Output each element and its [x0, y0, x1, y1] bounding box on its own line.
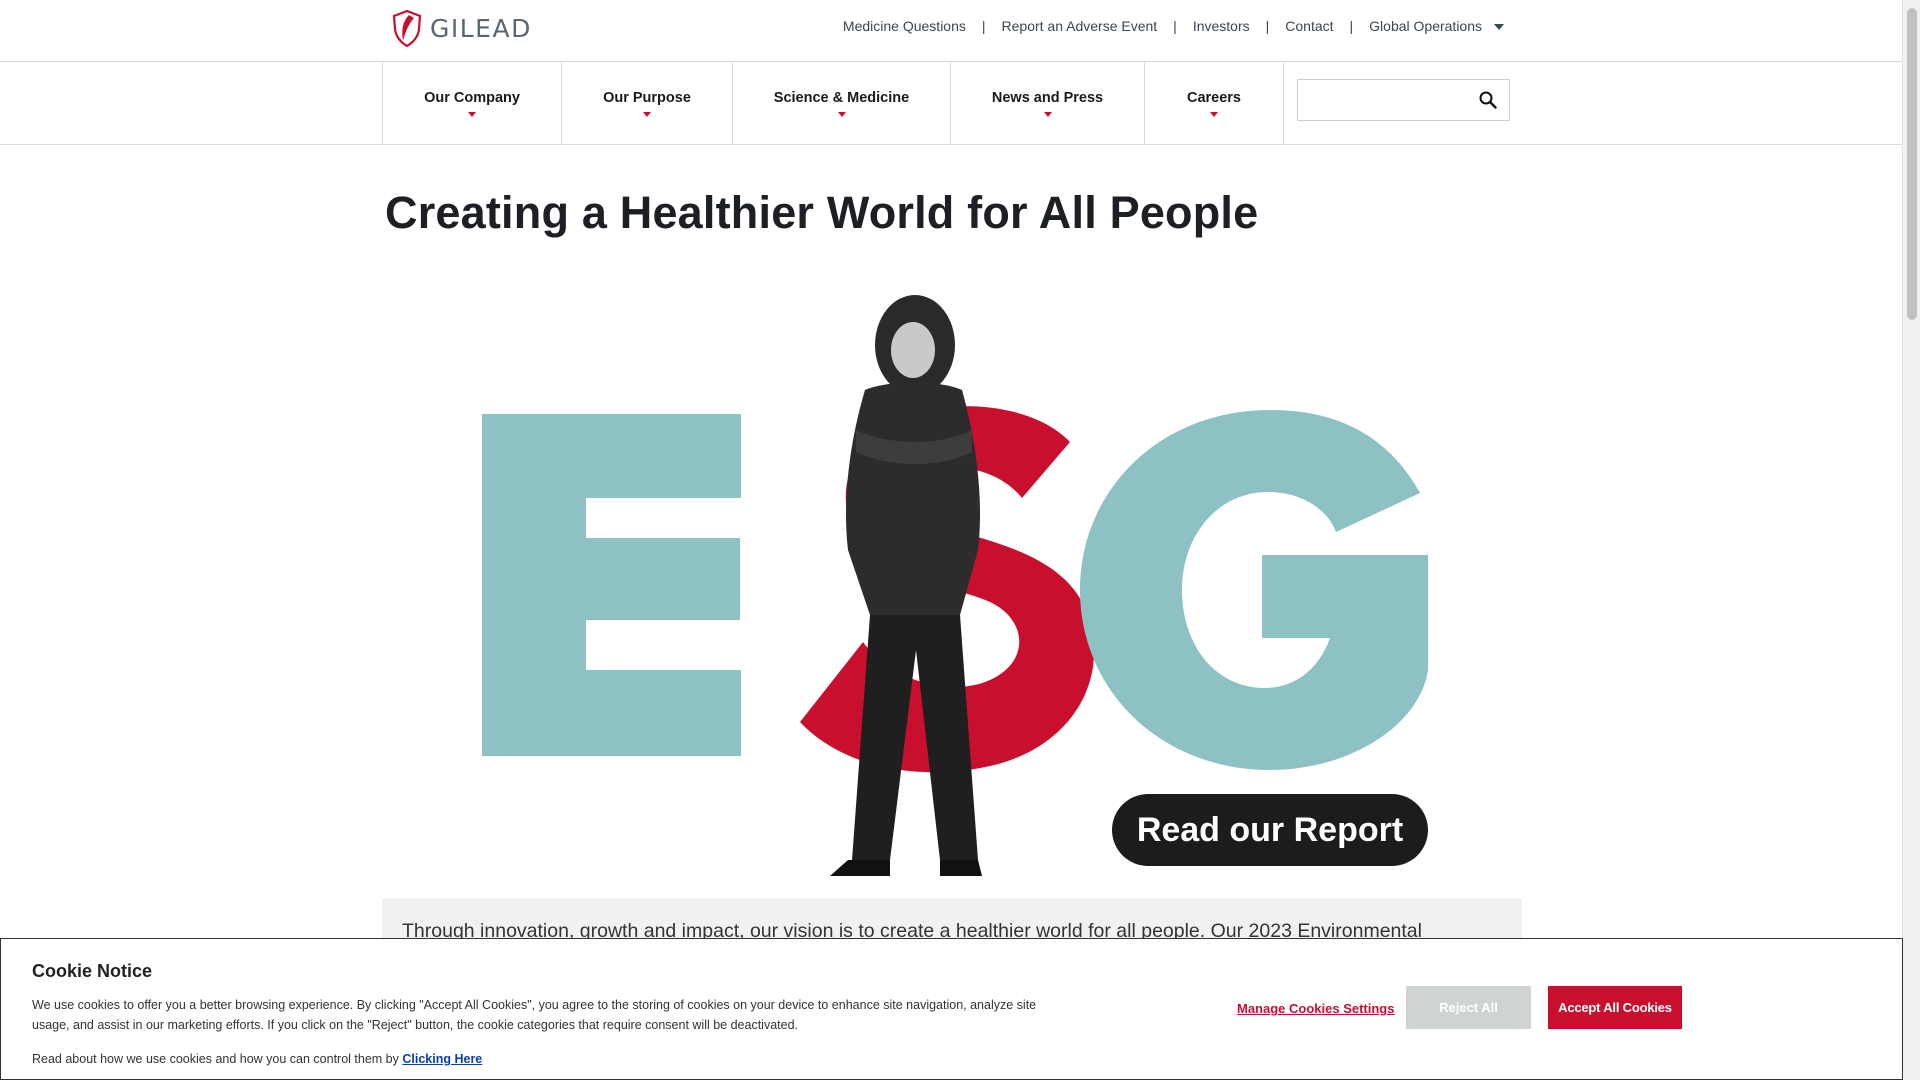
nav-item-our-company[interactable]: Our Company [382, 62, 561, 145]
utility-nav: Medicine Questions | Report an Adverse E… [843, 18, 1504, 34]
utility-link-report-adverse-event[interactable]: Report an Adverse Event [1002, 18, 1158, 34]
nav-item-careers[interactable]: Careers [1144, 62, 1284, 145]
nav-item-label: News and Press [991, 90, 1104, 106]
cookie-policy-link[interactable]: Clicking Here [402, 1052, 482, 1066]
manage-cookies-link[interactable]: Manage Cookies Settings [1237, 1001, 1394, 1016]
utility-link-global-operations[interactable]: Global Operations [1369, 18, 1504, 34]
utility-link-contact[interactable]: Contact [1285, 18, 1333, 34]
search-icon [1479, 91, 1497, 109]
esg-hero-image [470, 270, 1440, 880]
cookie-notice-more: Read about how we use cookies and how yo… [32, 1052, 482, 1066]
utility-separator: | [1173, 18, 1177, 34]
global-operations-label: Global Operations [1369, 18, 1482, 34]
nav-item-our-purpose[interactable]: Our Purpose [561, 62, 732, 145]
utility-separator: | [981, 18, 986, 34]
caret-down-icon [1043, 112, 1052, 117]
utility-link-investors[interactable]: Investors [1193, 18, 1250, 34]
caret-down-icon [1494, 24, 1504, 31]
cookie-notice-banner: Cookie Notice We use cookies to offer yo… [0, 938, 1903, 1080]
letter-e-shape [482, 414, 741, 756]
page-scrollbar[interactable] [1902, 0, 1920, 1080]
search-input[interactable] [1298, 80, 1468, 120]
accept-all-cookies-button[interactable]: Accept All Cookies [1548, 986, 1682, 1029]
nav-item-news-press[interactable]: News and Press [950, 62, 1144, 145]
nav-item-label: Our Purpose [603, 90, 691, 106]
cookie-notice-body: We use cookies to offer you a better bro… [32, 998, 1037, 1032]
utility-separator: | [1265, 18, 1270, 34]
read-report-button[interactable]: Read our Report [1112, 794, 1428, 866]
nav-item-label: Our Company [424, 90, 520, 106]
nav-item-label: Science & Medicine [773, 90, 910, 106]
reject-all-button[interactable]: Reject All [1406, 986, 1531, 1029]
nav-item-label: Careers [1186, 90, 1241, 106]
esg-artwork [482, 295, 1428, 876]
cookie-more-text: Read about how we use cookies and how yo… [32, 1052, 399, 1066]
main-nav-items: Our Company Our Purpose Science & Medici… [382, 62, 1284, 145]
main-nav: Our Company Our Purpose Science & Medici… [0, 62, 1902, 145]
nav-item-science-medicine[interactable]: Science & Medicine [732, 62, 950, 145]
page-title: Creating a Healthier World for All Peopl… [385, 187, 1259, 238]
utility-separator: | [1349, 18, 1354, 34]
scrollbar-thumb[interactable] [1907, 8, 1917, 320]
letter-g-shape [1080, 410, 1428, 770]
search-box [1297, 79, 1510, 121]
utility-bar: GILEAD Medicine Questions | Report an Ad… [0, 0, 1902, 62]
caret-down-icon [837, 112, 846, 117]
gilead-logo[interactable]: GILEAD [392, 6, 552, 50]
search-button[interactable] [1467, 80, 1509, 120]
person-figure [830, 295, 982, 876]
caret-down-icon [468, 112, 476, 117]
caret-down-icon [643, 112, 651, 117]
cookie-notice-title: Cookie Notice [32, 961, 153, 981]
utility-link-medicine-questions[interactable]: Medicine Questions [843, 18, 966, 34]
logo-wordmark: GILEAD [430, 13, 532, 43]
gilead-shield-icon [392, 9, 422, 47]
caret-down-icon [1210, 112, 1218, 117]
